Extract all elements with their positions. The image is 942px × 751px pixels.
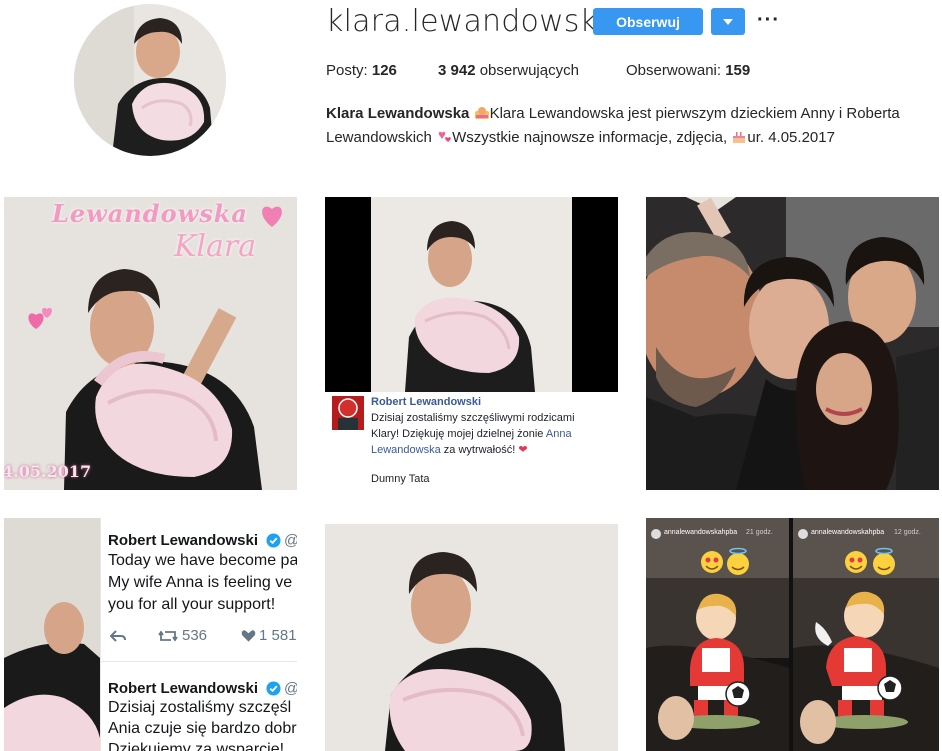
post-author: Robert Lewandowski <box>371 396 482 408</box>
profile-username: klara.lewandowska <box>326 4 616 39</box>
bio-line-2c: ur. 4.05.2017 <box>747 129 835 146</box>
post-tile[interactable]: Lewandowska Klara 4.05.2017 <box>4 197 297 490</box>
tweet-text-line-1: Dzisiaj zostaliśmy szczęśl <box>108 699 292 716</box>
tweet-handle: @ <box>284 680 297 697</box>
story-time: 12 godz. <box>894 529 921 536</box>
post-image <box>646 197 939 490</box>
more-options-icon[interactable]: ··· <box>757 10 780 30</box>
posts-stat: Posty: 126 <box>326 62 397 79</box>
chevron-down-icon <box>723 18 733 25</box>
post-image <box>646 518 939 751</box>
post-tile[interactable] <box>325 524 618 751</box>
post-image <box>325 197 618 392</box>
tweet-text-line-2: Ania czuje się bardzo dobr <box>108 720 297 737</box>
retweet-icon <box>158 630 178 642</box>
profile-bio: Klara Lewandowska Klara Lewandowska jest… <box>326 105 900 146</box>
baby-emoji-icon <box>474 107 489 119</box>
post-tile[interactable]: Robert Lewandowski Dzisiaj zostaliśmy sz… <box>325 197 618 490</box>
tweet-text-line-2: My wife Anna is feeling ve <box>108 574 293 591</box>
post-tile[interactable] <box>646 197 939 490</box>
followers-label: obserwujących <box>479 62 579 79</box>
posts-label: Posty: <box>326 62 368 79</box>
suggestions-dropdown-button[interactable] <box>711 8 745 35</box>
tweet-author: Robert Lewandowski <box>108 532 259 549</box>
like-count: 1 581 <box>259 627 297 644</box>
bio-full-name: Klara Lewandowska <box>326 105 470 122</box>
following-stat[interactable]: Obserwowani: 159 <box>626 62 750 79</box>
retweet-count: 536 <box>182 627 208 644</box>
tweet-text-line-1: Today we have become pa <box>108 552 297 569</box>
tweet-text-line-3: you for all your support! <box>108 596 276 613</box>
followers-count: 3 942 <box>438 62 476 79</box>
followers-stat[interactable]: 3 942 obserwujących <box>438 62 579 79</box>
tweet-text-line-3: Dziękujemy za wsparcie! <box>108 741 285 751</box>
post-text-line-3: Lewandowska za wytrwałość! ❤ <box>371 444 528 456</box>
bio-line-2b: Wszystkie najnowsze informacje, zdjęcia <box>452 129 724 146</box>
post-title-bottom: Klara <box>174 229 257 264</box>
posts-count: 126 <box>371 62 397 79</box>
post-date: 4.05.2017 <box>4 462 92 481</box>
cake-emoji-icon <box>733 132 746 143</box>
hearts-emoji-icon <box>438 131 451 142</box>
post-title-top: Lewandowska <box>52 199 248 228</box>
follow-button[interactable]: Obserwuj <box>593 8 703 35</box>
bio-line-2a: Lewandowskich <box>326 129 432 146</box>
tweet-author: Robert Lewandowski <box>108 680 259 697</box>
following-count: 159 <box>725 62 751 79</box>
post-tile[interactable]: annalewandowskahpba 21 godz. annalewando… <box>646 518 939 751</box>
tweet-handle: @ <box>284 532 297 549</box>
verified-icon <box>266 681 281 696</box>
avatar-photo <box>74 4 226 156</box>
like-icon <box>241 630 256 642</box>
story-time: 21 godz. <box>746 529 773 536</box>
post-signature: Dumny Tata <box>371 473 430 485</box>
post-text-line-1: Dzisiaj zostaliśmy szczęśliwymi rodzicam… <box>371 412 575 424</box>
author-avatar <box>332 396 364 430</box>
story-username: annalewandowskahpba <box>664 529 738 536</box>
following-label: Obserwowani: <box>626 62 722 79</box>
verified-icon <box>266 533 281 548</box>
post-image <box>325 524 618 751</box>
post-text-line-2: Klary! Dziękuję mojej dzielnej żonie Ann… <box>371 428 572 440</box>
reply-icon <box>110 630 126 642</box>
profile-avatar[interactable] <box>74 4 226 156</box>
post-tile[interactable]: Robert Lewandowski @ Today we have becom… <box>4 518 297 751</box>
bio-line-1: Klara Lewandowska jest pierwszym dziecki… <box>489 105 900 122</box>
story-username: annalewandowskahpba <box>811 529 885 536</box>
